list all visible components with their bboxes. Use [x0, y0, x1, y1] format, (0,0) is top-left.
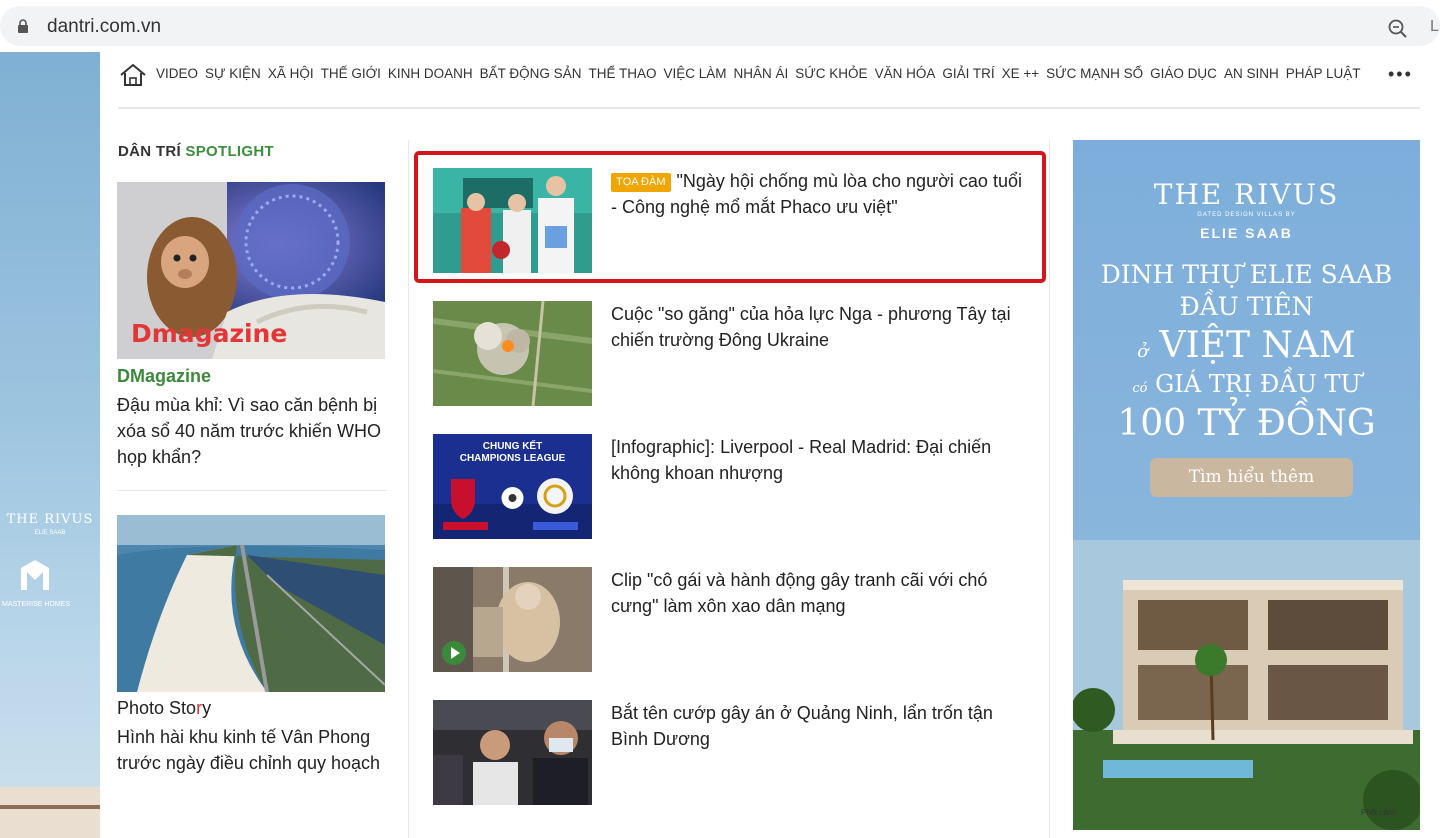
nav-item-suc-manh-so[interactable]: SỨC MẠNH SỐ	[1046, 66, 1143, 81]
nav-item-su-kien[interactable]: SỰ KIỆN	[205, 66, 261, 81]
zoom-icon[interactable]	[1387, 18, 1409, 40]
photo-story-label-a: Photo Sto	[117, 698, 197, 718]
nav-item-xe[interactable]: XE ++	[1002, 66, 1040, 81]
article-title[interactable]: Clip "cô gái và hành động gây tranh cãi …	[611, 567, 1031, 619]
ad-headline-4-prefix: có	[1132, 381, 1148, 396]
highlight-annotation-box	[414, 151, 1046, 283]
spotlight-divider	[117, 490, 387, 491]
spotlight-label-dmagazine[interactable]: DMagazine	[117, 366, 211, 387]
ad-headline-4: có GIÁ TRỊ ĐẦU TƯ	[1073, 370, 1420, 398]
dmagazine-watermark: Dmagazine	[131, 319, 287, 348]
spotlight-heading-a: DÂN TRÍ	[118, 143, 181, 160]
nav-item-phap-luat[interactable]: PHÁP LUẬT	[1286, 66, 1361, 81]
article-title[interactable]: Bắt tên cướp gây án ở Quảng Ninh, lẩn tr…	[611, 700, 1031, 752]
ad-headline-5: 100 TỶ ĐỒNG	[1117, 403, 1376, 444]
ad-headline-3: ở VIỆT NAM	[1073, 325, 1420, 366]
left-banner-brand: THE RIVUS	[6, 512, 94, 527]
left-banner-sub: ELIE SAAB	[34, 530, 66, 536]
nav-item-suc-khoe[interactable]: SỨC KHỎE	[795, 66, 867, 81]
nav-item-van-hoa[interactable]: VĂN HÓA	[875, 66, 936, 81]
article-item[interactable]: CHUNG KẾT CHAMPIONS LEAGUE [Infographic]…	[433, 434, 1033, 539]
spotlight-image-photo-story[interactable]	[117, 515, 385, 692]
home-icon[interactable]	[118, 62, 148, 88]
main-nav: VIDEO SỰ KIỆN XÃ HỘI THẾ GIỚI KINH DOANH…	[118, 58, 1420, 90]
article-item[interactable]: Bắt tên cướp gây án ở Quảng Ninh, lẩn tr…	[433, 700, 1033, 805]
nav-item-video[interactable]: VIDEO	[156, 66, 198, 81]
ad-cta-button[interactable]: Tìm hiểu thêm	[1150, 458, 1353, 497]
column-divider	[408, 140, 409, 838]
battlefield-thumbnail-illustration	[433, 301, 592, 406]
nav-item-viec-lam[interactable]: VIỆC LÀM	[663, 66, 726, 81]
ad-brand: THE RIVUS	[1153, 178, 1340, 211]
arrest-thumbnail-illustration	[433, 700, 592, 805]
ad-headline-2: ĐẦU TIÊN	[1179, 292, 1314, 321]
nav-item-the-gioi[interactable]: THẾ GIỚI	[321, 66, 381, 81]
ad-headline-3-prefix: ở	[1137, 341, 1149, 362]
dmagazine-watermark-text: Dmagazine	[131, 319, 288, 348]
spotlight-heading-b: SPOTLIGHT	[185, 143, 274, 160]
thumb-text-2: CHAMPIONS LEAGUE	[460, 453, 566, 464]
article-thumbnail[interactable]	[433, 567, 592, 672]
ad-headline-1: DINH THỰ ELIE SAAB	[1100, 260, 1393, 289]
thumb-text-1: CHUNG KẾT	[483, 439, 542, 452]
ad-headline-3-text: VIỆT NAM	[1159, 325, 1356, 366]
ad-credit: Phối cảnh	[1361, 808, 1397, 817]
spotlight-label-photo-story[interactable]: Photo Story	[117, 698, 211, 719]
url-text[interactable]: dantri.com.vn	[47, 16, 161, 38]
lock-icon[interactable]	[16, 19, 30, 33]
nav-item-xa-hoi[interactable]: XÃ HỘI	[268, 66, 314, 81]
masterise-logo-icon	[21, 560, 49, 590]
nav-item-kinh-doanh[interactable]: KINH DOANH	[388, 66, 473, 81]
address-bar[interactable]: dantri.com.vn Li	[0, 6, 1440, 46]
left-banner-company: MASTERISE HOMES	[2, 601, 71, 608]
article-thumbnail[interactable]	[433, 301, 592, 406]
extension-icon[interactable]: Li	[1430, 18, 1440, 36]
left-side-banner[interactable]: THE RIVUS ELIE SAAB MASTERISE HOMES	[0, 52, 100, 838]
article-title[interactable]: Cuộc "so găng" của hỏa lực Nga - phương …	[611, 301, 1031, 353]
nav-item-the-thao[interactable]: THỂ THAO	[588, 66, 656, 81]
play-icon[interactable]	[441, 640, 467, 666]
villa-illustration	[1073, 540, 1420, 830]
article-thumbnail[interactable]: CHUNG KẾT CHAMPIONS LEAGUE	[433, 434, 592, 539]
nav-divider	[118, 107, 1420, 109]
nav-item-bat-dong-san[interactable]: BẤT ĐỘNG SẢN	[480, 66, 582, 81]
nav-item-giai-tri[interactable]: GIẢI TRÍ	[942, 66, 994, 81]
article-item[interactable]: Cuộc "so găng" của hỏa lực Nga - phương …	[433, 301, 1033, 406]
aerial-coast-illustration	[117, 515, 385, 692]
article-title[interactable]: [Infographic]: Liverpool - Real Madrid: …	[611, 434, 1031, 486]
champions-league-thumbnail-illustration: CHUNG KẾT CHAMPIONS LEAGUE	[433, 434, 592, 539]
spotlight-title-2[interactable]: Hình hài khu kinh tế Vân Phong trước ngà…	[117, 724, 385, 776]
spotlight-heading: DÂN TRÍ SPOTLIGHT	[118, 143, 274, 160]
nav-item-an-sinh[interactable]: AN SINH	[1224, 66, 1279, 81]
photo-story-label-b: y	[202, 698, 212, 718]
column-divider-right	[1049, 140, 1050, 838]
nav-item-giao-duc[interactable]: GIÁO DỤC	[1150, 66, 1217, 81]
ad-tagline: GATED DESIGN VILLAS BY	[1197, 212, 1296, 218]
nav-more-button[interactable]: •••	[1388, 64, 1413, 85]
right-ad-banner[interactable]: THE RIVUS GATED DESIGN VILLAS BY ELIE SA…	[1073, 140, 1420, 830]
spotlight-title-1[interactable]: Đậu mùa khỉ: Vì sao căn bệnh bị xóa sổ 4…	[117, 392, 385, 470]
nav-items: VIDEO SỰ KIỆN XÃ HỘI THẾ GIỚI KINH DOANH…	[156, 66, 1360, 81]
browser-toolbar: dantri.com.vn Li	[0, 0, 1440, 52]
article-item[interactable]: Clip "cô gái và hành động gây tranh cãi …	[433, 567, 1033, 672]
spotlight-image-dmagazine[interactable]: Dmagazine	[117, 182, 385, 359]
left-banner-building	[0, 787, 100, 838]
article-thumbnail[interactable]	[433, 700, 592, 805]
nav-item-nhan-ai[interactable]: NHÂN ÁI	[734, 66, 789, 81]
ad-headline-4-text: GIÁ TRỊ ĐẦU TƯ	[1155, 370, 1361, 398]
ad-brand-elie-saab: ELIE SAAB	[1200, 225, 1293, 241]
